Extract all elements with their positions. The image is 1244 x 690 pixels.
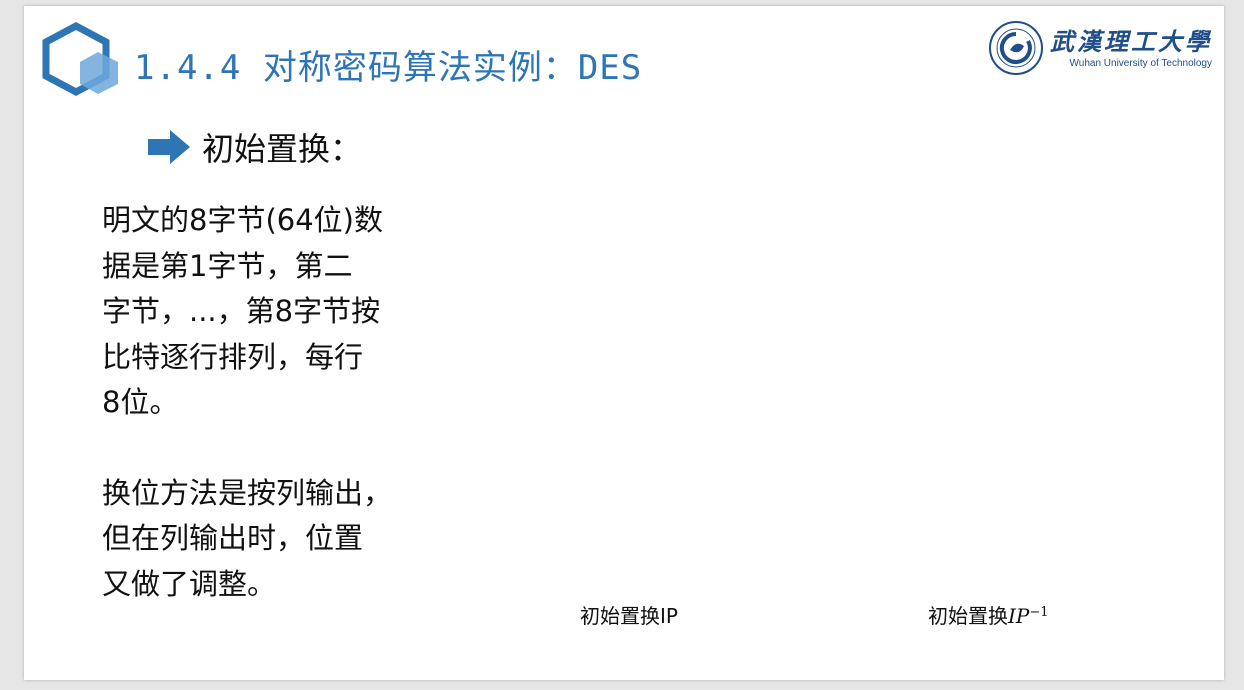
caption-inverse-permutation: 初始置换IP−1	[928, 600, 1049, 629]
slide: 1.4.4 对称密码算法实例：DES 武漢理工大學 Wuhan Universi…	[24, 6, 1224, 680]
slide-title: 1.4.4 对称密码算法实例：DES	[134, 48, 643, 88]
university-logo: 武漢理工大學 Wuhan University of Technology	[988, 20, 1212, 76]
caption-inverse-prefix: 初始置换	[928, 604, 1008, 628]
arrow-right-icon	[148, 130, 190, 164]
hexagon-logo-icon	[42, 22, 118, 96]
bullet-heading: 初始置换：	[148, 124, 362, 170]
ip-inverse-symbol: IP−1	[1008, 604, 1049, 628]
body-text: 明文的8字节(64位)数 据是第1字节，第二 字节，...，第8字节按 比特逐行…	[102, 198, 422, 607]
caption-initial-permutation: 初始置换IP	[580, 604, 678, 628]
university-name-en: Wuhan University of Technology	[1069, 57, 1213, 69]
university-seal-icon	[989, 21, 1043, 75]
paragraph-permutation-method: 换位方法是按列输出， 但在列输出时，位置 又做了调整。	[102, 475, 393, 601]
bullet-text: 初始置换：	[202, 130, 363, 168]
university-name-cn: 武漢理工大學	[1050, 26, 1212, 56]
paragraph-plaintext-layout: 明文的8字节(64位)数 据是第1字节，第二 字节，...，第8字节按 比特逐行…	[102, 203, 383, 419]
